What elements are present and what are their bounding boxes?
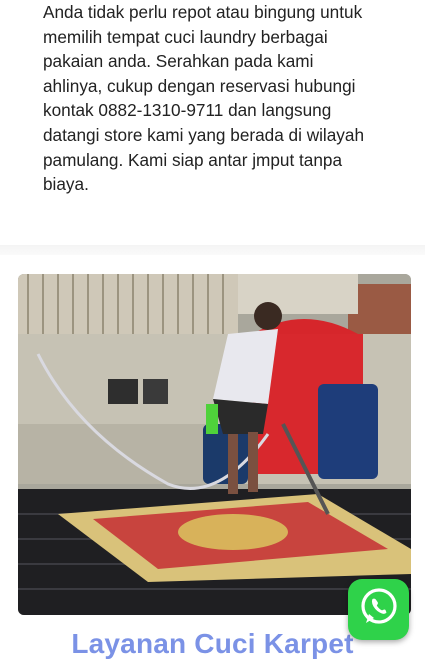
intro-paragraph: Anda tidak perlu repot atau bingung untu… — [43, 2, 365, 195]
whatsapp-icon — [357, 585, 401, 634]
whatsapp-button[interactable] — [348, 579, 409, 640]
carpet-washing-photo — [18, 274, 411, 615]
intro-section: Anda tidak perlu repot atau bingung untu… — [0, 0, 425, 245]
section-divider — [0, 245, 425, 255]
